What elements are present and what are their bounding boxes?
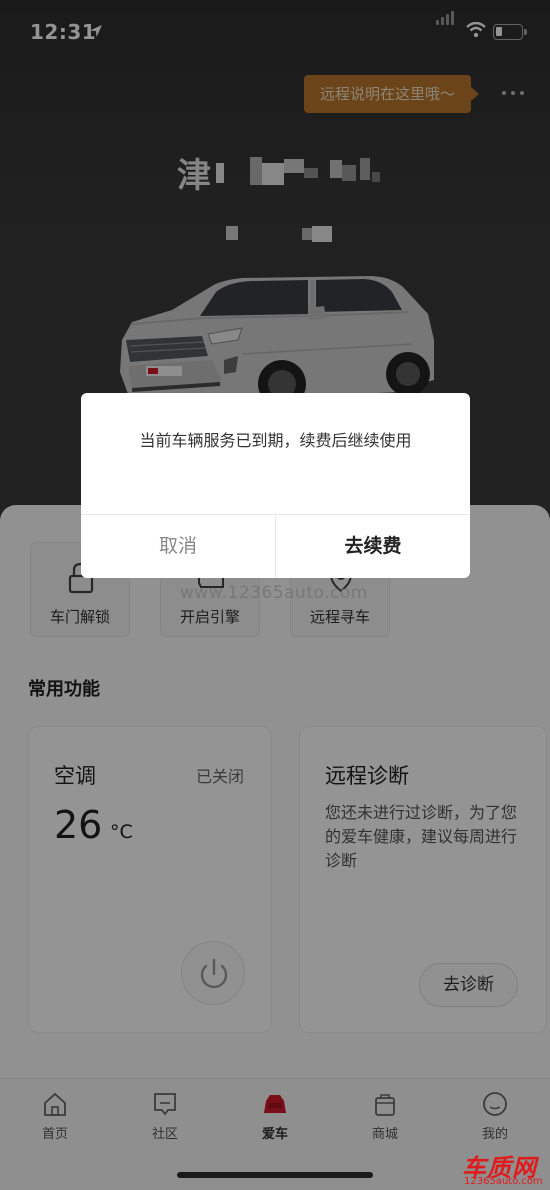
cancel-button[interactable]: 取消 (81, 515, 275, 578)
dialog-message: 当前车辆服务已到期，续费后继续使用 (139, 431, 412, 450)
modal-overlay[interactable] (0, 0, 550, 1190)
home-indicator[interactable] (177, 1172, 373, 1178)
service-expired-dialog: 当前车辆服务已到期，续费后继续使用 取消 去续费 (81, 393, 470, 578)
renew-button[interactable]: 去续费 (276, 515, 470, 578)
brand-logo: 车质网 12365auto.com (462, 1148, 543, 1187)
brand-url: 12365auto.com (464, 1176, 543, 1187)
